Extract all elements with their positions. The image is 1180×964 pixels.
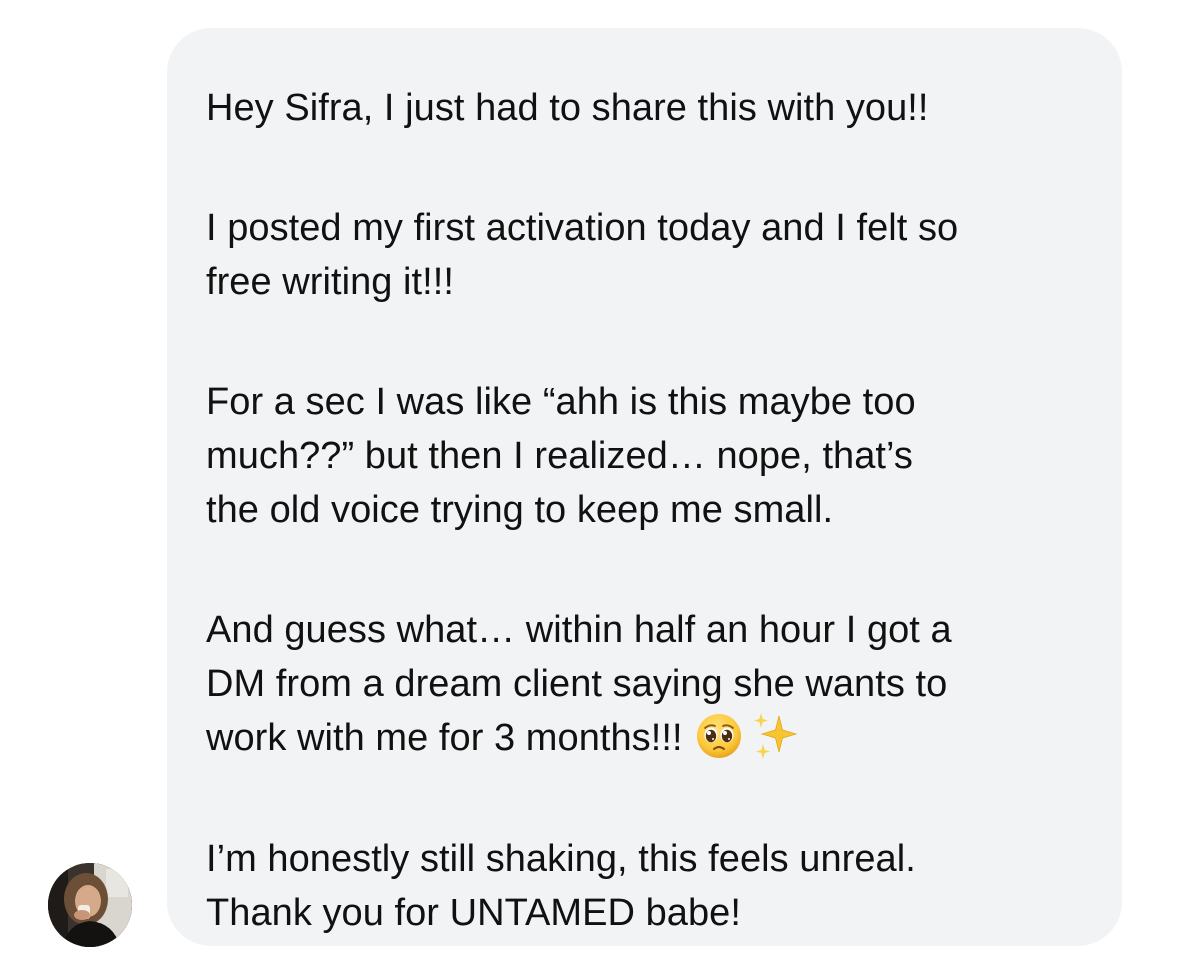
message-line: I’m honestly still shaking, this feels u… [206, 837, 916, 880]
avatar[interactable] [48, 863, 132, 947]
sparkles-emoji [753, 712, 797, 759]
message-paragraph-2: I posted my first activation today and I… [206, 201, 1082, 309]
emoji-group [695, 710, 801, 762]
chat-thread: Hey Sifra, I just had to share this with… [0, 0, 1180, 964]
message-paragraph-1: Hey Sifra, I just had to share this with… [206, 81, 1082, 135]
message-line: For a sec I was like “ahh is this maybe … [206, 381, 916, 423]
message-line: I posted my first activation today and I… [206, 207, 959, 249]
message-paragraph-5: I’m honestly still shaking, this feels u… [206, 832, 1082, 940]
message-line: DM from a dream client saying she wants … [206, 663, 948, 705]
message-paragraph-3: For a sec I was like “ahh is this maybe … [206, 375, 1082, 537]
message-line: the old voice trying to keep me small. [206, 489, 834, 531]
message-bubble[interactable]: Hey Sifra, I just had to share this with… [167, 28, 1122, 946]
message-line-with-emoji: work with me for 3 months!!! [206, 711, 1082, 766]
message-line-text: work with me for 3 months!!! [206, 717, 683, 759]
profile-photo-icon [48, 863, 132, 947]
pleading-face-emoji [696, 713, 741, 758]
message-line: much??” but then I realized… nope, that’… [206, 435, 913, 477]
message-line: Hey Sifra, I just had to share this with… [206, 87, 929, 129]
message-line: And guess what… within half an hour I go… [206, 609, 952, 651]
message-line: Thank you for UNTAMED babe! [206, 891, 741, 934]
message-line: free writing it!!! [206, 261, 454, 303]
message-paragraph-4: And guess what… within half an hour I go… [206, 603, 1082, 766]
